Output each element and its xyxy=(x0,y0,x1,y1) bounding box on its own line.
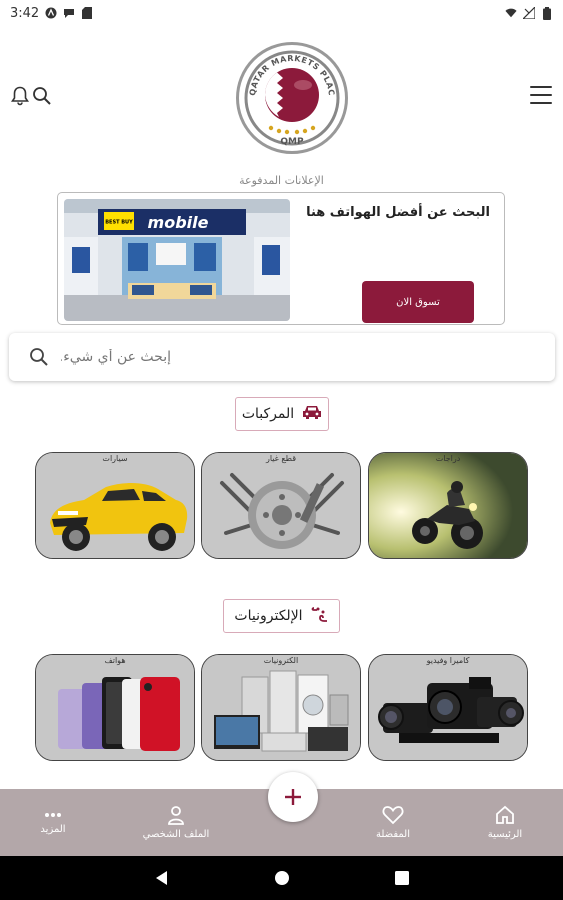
store-sign-text: mobile xyxy=(148,213,209,232)
notification-app-icon xyxy=(45,7,57,19)
category-card-phones[interactable]: هواتف xyxy=(35,654,195,761)
back-icon[interactable] xyxy=(152,868,172,888)
nav-favorites-label: المفضلة xyxy=(375,829,410,840)
recents-icon[interactable] xyxy=(392,868,412,888)
heart-icon xyxy=(382,806,404,825)
nav-home[interactable]: الرئيسية xyxy=(460,789,550,856)
nav-more-label: المزيد xyxy=(40,824,66,835)
logo-abbr: QMP xyxy=(280,137,304,147)
wifi-icon xyxy=(505,7,517,19)
sd-card-icon xyxy=(81,7,93,19)
category-label: الكترونيات xyxy=(263,656,299,665)
section-title-text: الإلكترونيات xyxy=(234,608,303,624)
category-label: دراجات xyxy=(435,454,461,463)
home-icon xyxy=(496,805,514,824)
category-card-spare-parts[interactable]: قطع غيار xyxy=(201,452,361,559)
more-dots-icon xyxy=(45,813,61,817)
ad-banner[interactable]: BEST BUY mobile البحث عن أفضل الهواتف هن… xyxy=(57,192,505,325)
category-card-electronics[interactable]: الكترونيات xyxy=(201,654,361,761)
category-label: كاميرا وفيديو xyxy=(426,656,470,665)
paid-ads-label: الإعلانات المدفوعة xyxy=(239,174,324,187)
app-header: QATAR MARKETS PLACE QMP xyxy=(0,26,563,166)
search-bar[interactable] xyxy=(9,333,555,381)
profile-user-icon xyxy=(168,806,184,825)
status-bar: 3:42 xyxy=(0,0,563,26)
banner-title: البحث عن أفضل الهواتف هنا xyxy=(306,205,490,220)
notifications-bell-icon[interactable] xyxy=(11,86,29,106)
search-input[interactable] xyxy=(61,333,541,381)
car-icon xyxy=(302,404,322,424)
category-label: قطع غيار xyxy=(265,454,297,463)
nav-more[interactable]: المزيد xyxy=(8,789,98,856)
banner-store-image: BEST BUY mobile xyxy=(64,199,290,321)
menu-hamburger-icon[interactable] xyxy=(530,86,552,104)
store-brand-text: BEST BUY xyxy=(105,220,133,226)
nav-favorites[interactable]: المفضلة xyxy=(348,789,438,856)
nav-home-label: الرئيسية xyxy=(487,829,523,840)
electronics-icon xyxy=(311,606,329,626)
section-title-electronics[interactable]: الإلكترونيات xyxy=(223,599,340,633)
chat-notification-icon xyxy=(63,7,75,19)
add-listing-button[interactable] xyxy=(268,772,318,822)
home-circle-icon[interactable] xyxy=(272,868,292,888)
signal-icon xyxy=(523,7,535,19)
nav-profile-label: الملف الشخصي xyxy=(142,829,210,840)
category-card-camera-video[interactable]: كاميرا وفيديو xyxy=(368,654,528,761)
app-logo: QATAR MARKETS PLACE QMP xyxy=(236,42,348,154)
battery-icon xyxy=(541,6,553,20)
category-label: سيارات xyxy=(102,454,128,463)
nav-profile[interactable]: الملف الشخصي xyxy=(131,789,221,856)
header-search-icon[interactable] xyxy=(32,86,52,106)
section-title-vehicles[interactable]: المركبات xyxy=(235,397,329,431)
section-title-text: المركبات xyxy=(241,406,295,422)
system-navigation-bar xyxy=(0,856,563,900)
category-card-cars[interactable]: سيارات xyxy=(35,452,195,559)
plus-icon xyxy=(285,789,301,805)
category-label: هواتف xyxy=(104,656,126,665)
category-card-motorcycles[interactable]: دراجات xyxy=(368,452,528,559)
status-time: 3:42 xyxy=(10,5,40,21)
shop-now-button[interactable]: تسوق الان xyxy=(362,281,474,323)
search-icon[interactable] xyxy=(29,347,49,367)
